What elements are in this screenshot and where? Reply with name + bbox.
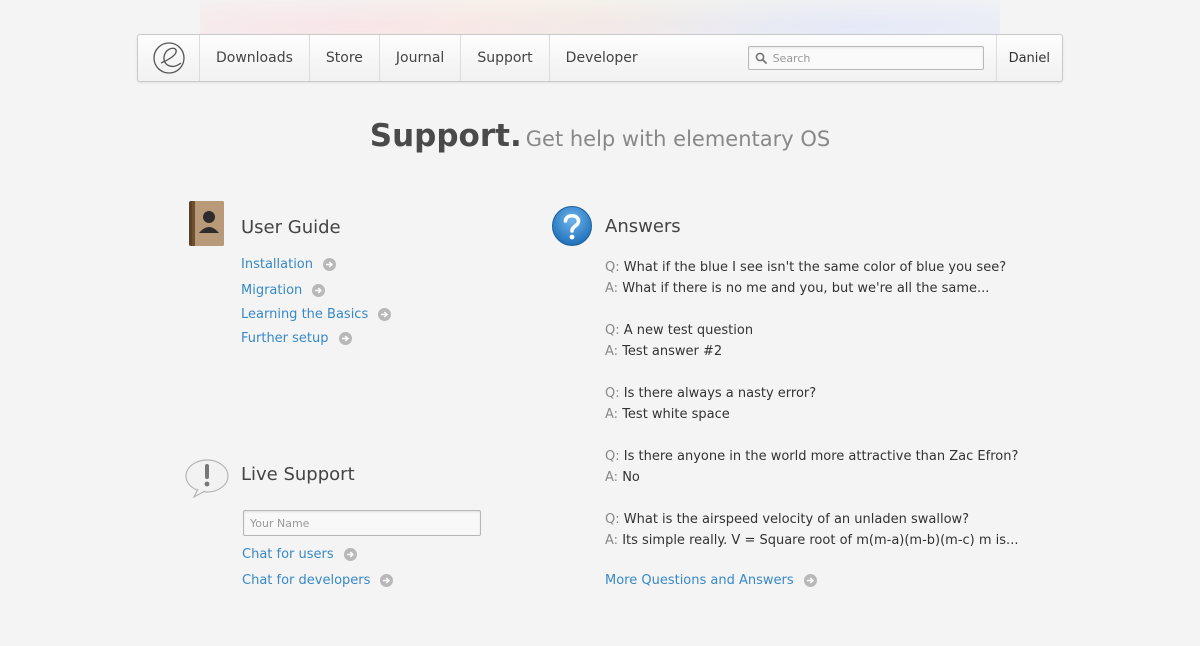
link-further-setup[interactable]: Further setup — [241, 331, 352, 346]
link-installation[interactable]: Installation — [241, 257, 337, 272]
arrow-right-icon — [338, 332, 352, 345]
answers-title: Answers — [605, 216, 681, 237]
user-guide-title: User Guide — [241, 217, 341, 238]
nav-developer[interactable]: Developer — [550, 35, 654, 81]
page-heading: Support. Get help with elementary OS — [0, 118, 1200, 154]
search-input[interactable] — [770, 50, 975, 66]
live-support-speech-bubble-icon — [185, 459, 229, 498]
search-box[interactable] — [747, 46, 984, 70]
qa-item[interactable]: Q: What if the blue I see isn't the same… — [605, 257, 1006, 299]
link-learning-basics[interactable]: Learning the Basics — [241, 307, 392, 322]
answers-question-icon — [552, 206, 592, 246]
qa-item[interactable]: Q: What is the airspeed velocity of an u… — [605, 509, 1018, 551]
page-subtitle: Get help with elementary OS — [525, 127, 831, 151]
qa-item[interactable]: Q: Is there always a nasty error? A: Tes… — [605, 383, 816, 425]
link-more-questions[interactable]: More Questions and Answers — [605, 573, 817, 588]
link-migration[interactable]: Migration — [241, 283, 326, 298]
arrow-right-icon — [312, 284, 326, 297]
page-title: Support. — [369, 118, 522, 154]
elementary-logo-icon[interactable] — [138, 35, 200, 81]
top-navbar: Downloads Store Journal Support Develope… — [137, 34, 1063, 82]
nav-support[interactable]: Support — [461, 35, 550, 81]
link-chat-users[interactable]: Chat for users — [242, 547, 357, 562]
nav-journal[interactable]: Journal — [380, 35, 462, 81]
user-name[interactable]: Daniel — [997, 51, 1062, 66]
nav-downloads[interactable]: Downloads — [200, 35, 310, 81]
link-chat-developers[interactable]: Chat for developers — [242, 573, 394, 588]
arrow-right-icon — [378, 308, 392, 321]
your-name-input[interactable] — [243, 510, 481, 536]
arrow-right-icon — [803, 574, 817, 587]
live-support-title: Live Support — [241, 464, 355, 485]
nav-store[interactable]: Store — [310, 35, 380, 81]
search-container — [747, 35, 997, 81]
arrow-right-icon — [343, 548, 357, 561]
qa-item[interactable]: Q: A new test question A: Test answer #2 — [605, 320, 753, 362]
qa-item[interactable]: Q: Is there anyone in the world more att… — [605, 446, 1018, 488]
arrow-right-icon — [323, 258, 337, 271]
user-guide-book-icon — [189, 201, 224, 246]
search-icon — [755, 52, 767, 64]
arrow-right-icon — [380, 574, 394, 587]
